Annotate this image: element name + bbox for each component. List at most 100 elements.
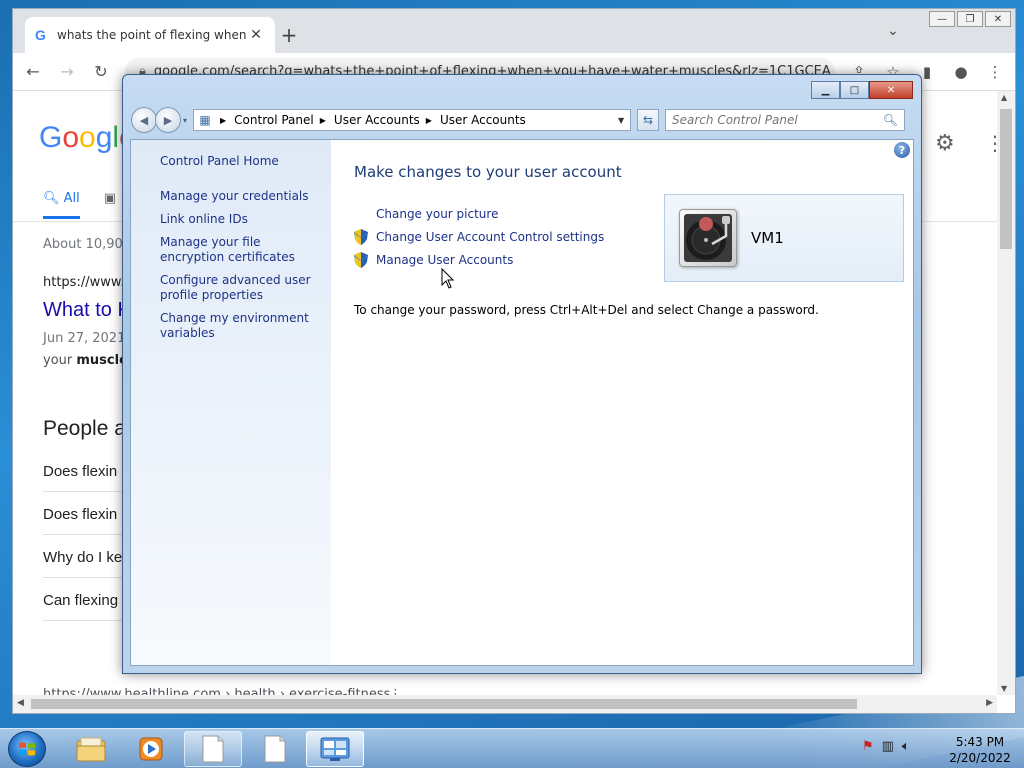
vertical-scrollbar[interactable]: ▲ ▼ xyxy=(997,91,1015,695)
configure-profile-properties-link[interactable]: Configure advanced user profile properti… xyxy=(160,273,320,303)
refresh-button[interactable]: ⇆ xyxy=(637,109,660,131)
page-title: Make changes to your user account xyxy=(354,163,622,181)
clock-date: 2/20/2022 xyxy=(949,751,1011,765)
user-name: VM1 xyxy=(751,229,784,247)
minimize-button[interactable]: — xyxy=(929,11,955,27)
reload-icon[interactable]: ↻ xyxy=(91,62,111,81)
mouse-cursor-icon xyxy=(441,268,455,289)
new-tab-button[interactable]: + xyxy=(277,23,301,47)
breadcrumb-user-accounts[interactable]: User Accounts xyxy=(334,113,420,127)
window-controls: ▁ □ ✕ xyxy=(811,81,913,99)
address-bar[interactable]: ▦ ▶ Control Panel ▶ User Accounts ▶ User… xyxy=(193,109,632,131)
scroll-up-icon[interactable]: ▲ xyxy=(1001,93,1007,102)
breadcrumb-arrow-icon[interactable]: ▶ xyxy=(426,116,432,125)
scroll-left-icon[interactable]: ◀ xyxy=(17,698,24,708)
search-input[interactable] xyxy=(672,113,883,127)
more-options-icon[interactable]: ⋮ xyxy=(389,687,402,695)
close-button[interactable]: ✕ xyxy=(985,11,1011,27)
windows-logo-icon xyxy=(19,742,35,756)
notepad-icon xyxy=(264,735,286,763)
system-tray: ⚑ ▥ 🔈︎ xyxy=(862,739,910,754)
address-dropdown-icon[interactable]: ▼ xyxy=(612,116,630,125)
paa-question[interactable]: Does flexin xyxy=(43,506,117,523)
scroll-right-icon[interactable]: ▶ xyxy=(986,698,993,708)
taskbar: ⚑ ▥ 🔈︎ 5:43 PM 2/20/2022 xyxy=(0,728,1024,768)
network-icon[interactable]: ▥ xyxy=(882,739,894,754)
control-panel-home-link[interactable]: Control Panel Home xyxy=(160,154,320,169)
taskbar-control-panel-button[interactable] xyxy=(306,731,364,767)
tab-strip: G whats the point of flexing when y ✕ + … xyxy=(13,9,1015,53)
forward-arrow-icon[interactable]: → xyxy=(57,62,77,81)
uac-shield-icon xyxy=(354,228,376,245)
user-picture[interactable] xyxy=(679,209,737,267)
profile-avatar-icon[interactable]: ● xyxy=(951,63,971,81)
browser-window-controls: — ❐ ✕ xyxy=(929,11,1011,27)
taskbar-media-player-button[interactable] xyxy=(122,731,180,767)
back-arrow-icon[interactable]: ← xyxy=(23,62,43,81)
tab-title: whats the point of flexing when y xyxy=(57,28,247,42)
start-button[interactable] xyxy=(8,731,46,767)
clock-time: 5:43 PM xyxy=(955,735,1005,749)
close-button[interactable]: ✕ xyxy=(869,81,913,99)
search-box[interactable]: 🔍︎ xyxy=(665,109,906,131)
search-tabs: 🔍︎ All ▣ xyxy=(43,191,116,219)
maximize-button[interactable]: ❐ xyxy=(957,11,983,27)
browser-tab[interactable]: G whats the point of flexing when y ✕ xyxy=(25,17,275,53)
manage-credentials-link[interactable]: Manage your credentials xyxy=(160,189,320,204)
breadcrumb-arrow-icon[interactable]: ▶ xyxy=(320,116,326,125)
paa-question[interactable]: Does flexin xyxy=(43,463,117,480)
action-center-flag-icon[interactable]: ⚑ xyxy=(862,739,874,754)
taskbar-notepad-button[interactable] xyxy=(246,731,304,767)
link-online-ids-link[interactable]: Link online IDs xyxy=(160,212,320,227)
maximize-button[interactable]: □ xyxy=(840,81,869,99)
manage-user-accounts-link[interactable]: Manage User Accounts xyxy=(354,248,604,271)
breadcrumb-control-panel[interactable]: Control Panel xyxy=(234,113,314,127)
control-panel-icon: ▦ xyxy=(199,113,211,127)
settings-gear-icon[interactable]: ⚙ xyxy=(935,131,955,156)
search-icon[interactable]: 🔍︎ xyxy=(883,113,898,127)
control-panel-window: ▁ □ ✕ ◀ ▶ ▾ ▦ ▶ Control Panel ▶ User Acc… xyxy=(122,74,922,674)
tab-search-chevron-icon[interactable]: ⌄ xyxy=(887,23,899,39)
tab-images-icon[interactable]: ▣ xyxy=(104,191,116,219)
change-environment-variables-link[interactable]: Change my environment variables xyxy=(160,311,320,341)
people-also-ask-title: People a xyxy=(43,417,126,440)
browser-menu-icon[interactable]: ⋮ xyxy=(985,63,1005,81)
horizontal-scrollbar[interactable]: ◀ ▶ xyxy=(13,695,997,713)
control-panel-icon xyxy=(320,737,350,761)
user-account-tile: VM1 xyxy=(664,194,904,282)
close-tab-icon[interactable]: ✕ xyxy=(247,27,265,43)
result-url: https://www.v xyxy=(43,275,133,290)
content-area: Control Panel Home Manage your credentia… xyxy=(130,139,914,666)
paa-question[interactable]: Can flexing xyxy=(43,592,118,609)
paa-question[interactable]: Why do I ke xyxy=(43,549,122,566)
scroll-thumb[interactable] xyxy=(1000,109,1012,249)
manage-file-encryption-link[interactable]: Manage your file encryption certificates xyxy=(160,235,320,265)
taskbar-explorer-button[interactable] xyxy=(62,731,120,767)
recent-pages-chevron-icon[interactable]: ▾ xyxy=(183,116,187,125)
nav-buttons: ◀ ▶ ▾ xyxy=(131,107,187,133)
result-url: https://www.healthline.com › health › ex… xyxy=(43,687,391,695)
task-list: Change your picture Change User Account … xyxy=(354,202,604,271)
change-picture-link[interactable]: Change your picture xyxy=(354,202,604,225)
volume-icon[interactable]: 🔈︎ xyxy=(902,739,910,754)
refresh-icon: ⇆ xyxy=(642,113,654,127)
breadcrumb-user-accounts-current[interactable]: User Accounts xyxy=(440,113,526,127)
password-instructions: To change your password, press Ctrl+Alt+… xyxy=(354,303,819,317)
tab-all[interactable]: 🔍︎ All xyxy=(43,191,80,219)
notepad-icon xyxy=(202,735,224,763)
taskbar-notepad-button[interactable] xyxy=(184,731,242,767)
minimize-button[interactable]: ▁ xyxy=(811,81,840,99)
left-navigation-pane: Control Panel Home Manage your credentia… xyxy=(131,140,331,665)
scroll-thumb[interactable] xyxy=(31,699,857,709)
main-pane: ? Make changes to your user account Chan… xyxy=(331,140,913,665)
media-player-icon xyxy=(139,737,163,761)
forward-button[interactable]: ▶ xyxy=(155,107,181,133)
result-title-link[interactable]: What to K xyxy=(43,299,131,322)
back-button[interactable]: ◀ xyxy=(131,107,157,133)
breadcrumb-arrow-icon[interactable]: ▶ xyxy=(220,116,226,125)
scroll-down-icon[interactable]: ▼ xyxy=(1001,684,1007,693)
change-uac-settings-link[interactable]: Change User Account Control settings xyxy=(354,225,604,248)
help-icon[interactable]: ? xyxy=(894,142,910,158)
google-apps-more-icon[interactable]: ⋮ xyxy=(985,131,997,155)
clock[interactable]: 5:43 PM 2/20/2022 xyxy=(944,734,1016,766)
